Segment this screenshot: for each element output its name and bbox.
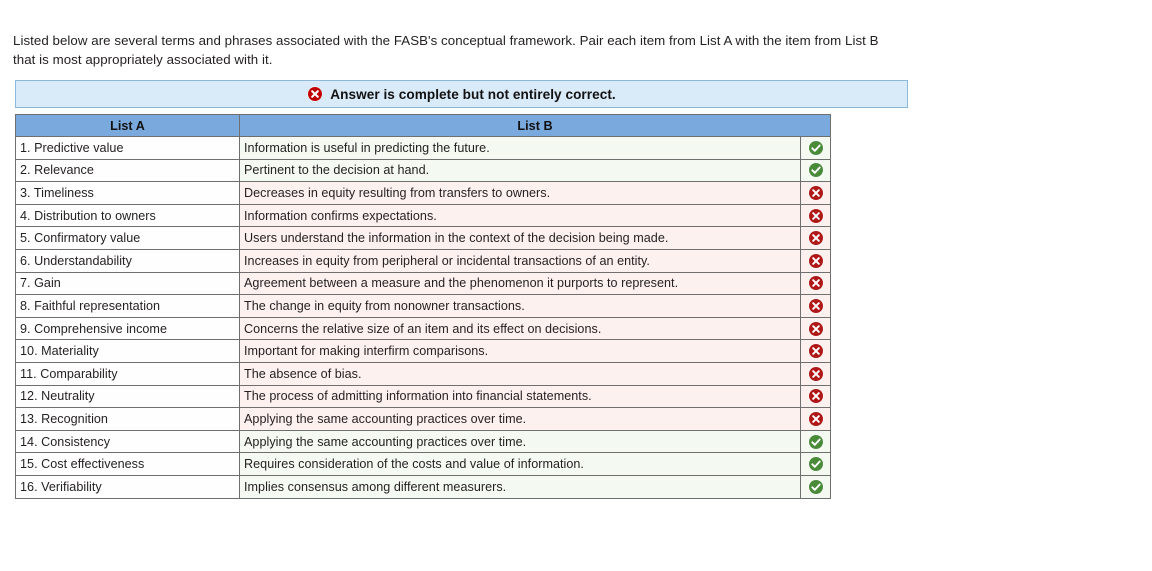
table-row: 3. Timeliness Decreases in equity resulti… xyxy=(15,181,832,205)
list-b-match: Pertinent to the decision at hand. xyxy=(239,158,801,183)
table-row: 10. Materiality Important for making inte… xyxy=(15,339,832,363)
result-indicator-cell xyxy=(799,226,832,250)
table-row: 5. Confirmatory value Users understand th… xyxy=(15,226,832,250)
table-header-row: List A List B xyxy=(15,114,832,137)
answer-status-banner: Answer is complete but not entirely corr… xyxy=(15,80,908,108)
list-a-term: 13. Recognition xyxy=(15,407,240,431)
list-b-match: The process of admitting information int… xyxy=(239,384,801,409)
result-indicator-cell xyxy=(799,339,832,363)
list-a-term: 16. Verifiability xyxy=(15,474,240,499)
exercise-page: Listed below are several terms and phras… xyxy=(0,0,1152,571)
list-a-term: 9. Comprehensive income xyxy=(15,316,240,341)
list-a-term: 12. Neutrality xyxy=(15,384,240,409)
list-b-match: Increases in equity from peripheral or i… xyxy=(239,248,801,273)
table-row: 2. Relevance Pertinent to the decision at… xyxy=(15,158,832,183)
result-indicator-cell xyxy=(799,316,832,341)
column-header-list-a: List A xyxy=(15,114,240,137)
list-a-term: 1. Predictive value xyxy=(15,136,240,160)
list-a-term: 4. Distribution to owners xyxy=(15,203,240,228)
result-indicator-cell xyxy=(799,203,832,228)
list-b-match: The change in equity from nonowner trans… xyxy=(239,294,801,318)
table-row: 15. Cost effectiveness Requires considera… xyxy=(15,452,832,476)
check-circle-icon xyxy=(805,454,826,475)
x-circle-icon xyxy=(805,250,826,271)
result-indicator-cell xyxy=(799,158,832,183)
list-a-term: 6. Understandability xyxy=(15,248,240,273)
result-indicator-cell xyxy=(799,429,832,454)
table-row: 16. Verifiability Implies consensus among… xyxy=(15,474,832,499)
table-row: 9. Comprehensive income Concerns the rela… xyxy=(15,316,832,341)
list-b-match: Information confirms expectations. xyxy=(239,203,801,228)
list-b-match: Applying the same accounting practices o… xyxy=(239,429,801,454)
table-head: List A List B xyxy=(15,114,832,137)
list-b-match: Users understand the information in the … xyxy=(239,226,801,250)
list-b-match: Applying the same accounting practices o… xyxy=(239,407,801,431)
check-circle-icon xyxy=(805,137,826,158)
result-indicator-cell xyxy=(799,181,832,205)
list-a-term: 7. Gain xyxy=(15,271,240,296)
list-a-term: 8. Faithful representation xyxy=(15,294,240,318)
column-header-list-b: List B xyxy=(238,114,832,137)
list-a-term: 2. Relevance xyxy=(15,158,240,183)
result-indicator-cell xyxy=(799,248,832,273)
list-b-match: Important for making interfirm compariso… xyxy=(239,339,801,363)
table-row: 12. Neutrality The process of admitting i… xyxy=(15,384,832,409)
list-a-term: 15. Cost effectiveness xyxy=(15,452,240,476)
result-indicator-cell xyxy=(799,361,832,386)
status-banner-text: Answer is complete but not entirely corr… xyxy=(330,86,616,102)
x-circle-icon xyxy=(805,273,826,294)
error-circle-icon xyxy=(307,86,323,102)
result-indicator-cell xyxy=(799,384,832,409)
matching-table: List A List B 1. Predictive value Informa… xyxy=(15,114,832,499)
result-indicator-cell xyxy=(799,407,832,431)
list-a-term: 5. Confirmatory value xyxy=(15,226,240,250)
list-b-match: Agreement between a measure and the phen… xyxy=(239,271,801,296)
result-indicator-cell xyxy=(799,474,832,499)
list-b-match: Requires consideration of the costs and … xyxy=(239,452,801,476)
list-b-match: Implies consensus among different measur… xyxy=(239,474,801,499)
table-row: 8. Faithful representation The change in … xyxy=(15,294,832,318)
table-row: 7. Gain Agreement between a measure and t… xyxy=(15,271,832,296)
result-indicator-cell xyxy=(799,294,832,318)
x-circle-icon xyxy=(805,296,826,317)
table-row: 1. Predictive value Information is useful… xyxy=(15,136,832,160)
list-a-term: 3. Timeliness xyxy=(15,181,240,205)
x-circle-icon xyxy=(805,386,826,407)
table-row: 4. Distribution to owners Information con… xyxy=(15,203,832,228)
table-row: 14. Consistency Applying the same account… xyxy=(15,429,832,454)
table-row: 11. Comparability The absence of bias. xyxy=(15,361,832,386)
x-circle-icon xyxy=(805,363,826,384)
x-circle-icon xyxy=(805,409,826,430)
list-a-term: 14. Consistency xyxy=(15,429,240,454)
table-row: 6. Understandability Increases in equity … xyxy=(15,248,832,273)
x-circle-icon xyxy=(805,341,826,362)
x-circle-icon xyxy=(805,228,826,249)
x-circle-icon xyxy=(805,318,826,339)
result-indicator-cell xyxy=(799,136,832,160)
list-a-term: 10. Materiality xyxy=(15,339,240,363)
table-row: 13. Recognition Applying the same account… xyxy=(15,407,832,431)
check-circle-icon xyxy=(805,431,826,452)
check-circle-icon xyxy=(805,160,826,181)
result-indicator-cell xyxy=(799,271,832,296)
x-circle-icon xyxy=(805,205,826,226)
x-circle-icon xyxy=(805,183,826,204)
instructions-paragraph: Listed below are several terms and phras… xyxy=(13,33,879,68)
list-a-term: 11. Comparability xyxy=(15,361,240,386)
list-b-match: Concerns the relative size of an item an… xyxy=(239,316,801,341)
list-b-match: Decreases in equity resulting from trans… xyxy=(239,181,801,205)
list-b-match: The absence of bias. xyxy=(239,361,801,386)
result-indicator-cell xyxy=(799,452,832,476)
check-circle-icon xyxy=(805,476,826,497)
status-banner-content: Answer is complete but not entirely corr… xyxy=(307,86,616,102)
list-b-match: Information is useful in predicting the … xyxy=(239,136,801,160)
table-body: 1. Predictive value Information is useful… xyxy=(15,136,832,499)
